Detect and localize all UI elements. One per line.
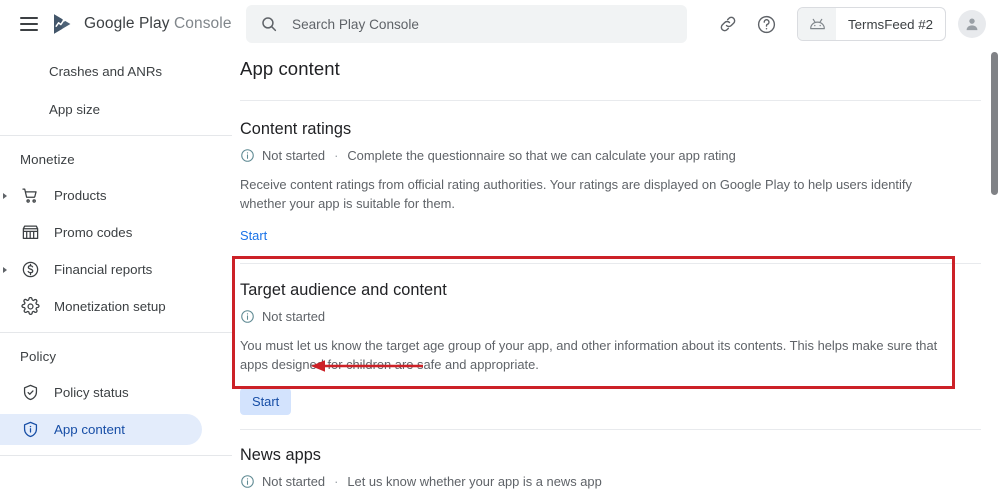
sidebar: Google Play Console Crashes and ANRs App… bbox=[0, 0, 232, 502]
section-news-apps: News apps Not started · Let us know whet… bbox=[240, 430, 990, 502]
sidebar-item-policy-status[interactable]: Policy status bbox=[0, 377, 232, 408]
link-icon[interactable] bbox=[709, 5, 747, 43]
main-area: TermsFeed #2 App content Content ratings bbox=[232, 0, 1000, 502]
brand-name-strong: Google Play bbox=[84, 15, 170, 32]
app-selector-chip[interactable]: TermsFeed #2 bbox=[797, 7, 946, 41]
page-title: App content bbox=[240, 58, 340, 79]
sidebar-section-monetize-title: Monetize bbox=[20, 151, 75, 167]
brand-name-light: Console bbox=[173, 15, 232, 32]
brand-title: Google Play Console bbox=[84, 15, 232, 33]
sidebar-item-crashes-and-anrs[interactable]: Crashes and ANRs bbox=[0, 56, 232, 87]
search-box[interactable] bbox=[246, 5, 687, 43]
section-status-row: Not started bbox=[240, 309, 990, 324]
section-title: Target audience and content bbox=[240, 281, 447, 299]
sidebar-item-label: Monetization setup bbox=[54, 299, 166, 314]
help-circle-icon[interactable] bbox=[747, 5, 785, 43]
section-title: Content ratings bbox=[240, 120, 352, 138]
shopping-cart-icon bbox=[20, 185, 41, 206]
android-robot-icon bbox=[798, 8, 836, 40]
sidebar-header: Google Play Console bbox=[0, 0, 232, 48]
sidebar-item-label: Promo codes bbox=[54, 225, 133, 240]
sidebar-item-label: Crashes and ANRs bbox=[49, 64, 163, 79]
status-separator: · bbox=[334, 148, 339, 163]
section-target-audience-and-content: Target audience and content Not started … bbox=[240, 264, 990, 430]
content-ratings-start-link[interactable]: Start bbox=[240, 228, 267, 243]
brand-logo-link[interactable]: Google Play Console bbox=[50, 11, 232, 37]
content-area: App content Content ratings Not started … bbox=[232, 48, 1000, 502]
status-detail: Complete the questionnaire so that we ca… bbox=[347, 148, 736, 163]
section-status-row: Not started · Let us know whether your a… bbox=[240, 474, 990, 489]
scrollbar-thumb[interactable] bbox=[991, 52, 998, 195]
sidebar-item-monetization-setup[interactable]: Monetization setup bbox=[0, 291, 232, 322]
user-avatar-icon[interactable] bbox=[958, 10, 986, 38]
sidebar-item-label: Policy status bbox=[54, 385, 129, 400]
section-title: News apps bbox=[240, 446, 321, 464]
target-audience-start-button[interactable]: Start bbox=[240, 388, 292, 415]
status-detail: Let us know whether your app is a news a… bbox=[347, 474, 602, 489]
section-description: You must let us know the target age grou… bbox=[240, 338, 938, 372]
section-content-ratings: Content ratings Not started · Complete t… bbox=[240, 101, 990, 264]
sidebar-item-financial-reports[interactable]: Financial reports bbox=[0, 254, 232, 285]
shield-info-icon bbox=[20, 419, 41, 440]
sidebar-item-app-content[interactable]: App content bbox=[0, 414, 202, 445]
storefront-icon bbox=[20, 222, 41, 243]
sidebar-item-label: App content bbox=[54, 422, 125, 437]
gear-icon bbox=[20, 296, 41, 317]
sidebar-item-app-size[interactable]: App size bbox=[0, 94, 232, 125]
sidebar-item-products[interactable]: Products bbox=[0, 180, 232, 211]
section-description: Receive content ratings from official ra… bbox=[240, 177, 912, 211]
google-play-logo-icon bbox=[54, 14, 71, 34]
info-circle-icon bbox=[241, 149, 254, 162]
info-circle-icon bbox=[241, 475, 254, 488]
top-bar-actions: TermsFeed #2 bbox=[709, 5, 986, 43]
app-selector-label: TermsFeed #2 bbox=[848, 16, 933, 32]
shield-check-icon bbox=[20, 382, 41, 403]
dollar-circle-icon bbox=[20, 259, 41, 280]
search-input[interactable] bbox=[292, 16, 673, 32]
hamburger-menu-icon[interactable] bbox=[14, 9, 44, 39]
chevron-right-icon[interactable] bbox=[3, 192, 7, 199]
sidebar-divider bbox=[0, 455, 232, 456]
sidebar-item-promo-codes[interactable]: Promo codes bbox=[0, 217, 232, 248]
play-console-window: Google Play Console Crashes and ANRs App… bbox=[0, 0, 1000, 502]
status-label: Not started bbox=[262, 474, 326, 489]
status-label: Not started bbox=[262, 148, 326, 163]
sidebar-item-label: App size bbox=[49, 102, 100, 117]
top-bar: TermsFeed #2 bbox=[232, 0, 1000, 48]
chevron-right-icon[interactable] bbox=[3, 266, 7, 273]
info-circle-icon bbox=[241, 310, 254, 323]
section-status-row: Not started · Complete the questionnaire… bbox=[240, 148, 990, 163]
status-separator: · bbox=[334, 474, 339, 489]
sidebar-section-policy-title: Policy bbox=[20, 348, 57, 364]
sidebar-item-label: Financial reports bbox=[54, 262, 153, 277]
sidebar-item-label: Products bbox=[54, 188, 107, 203]
search-icon bbox=[262, 17, 277, 32]
status-label: Not started bbox=[262, 309, 326, 324]
